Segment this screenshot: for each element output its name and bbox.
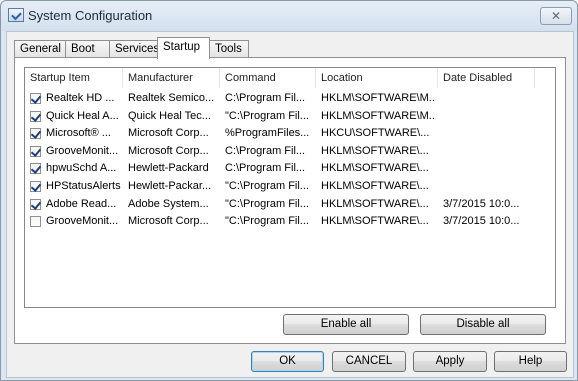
cell-startup-item: Adobe Read... [46,197,117,210]
table-row[interactable]: Adobe Read... Adobe System... "C:\Program … [25,196,555,213]
startup-items-list[interactable]: Startup Item Manufacturer Command Locati… [24,67,556,308]
window-title: System Configuration [28,8,153,23]
column-header-command[interactable]: Command [220,68,316,88]
system-configuration-window: System Configuration ✕ General Boot Serv… [0,0,578,381]
cell-location: HKLM\SOFTWARE\... [321,180,429,192]
cell-manufacturer: Microsoft Corp... [128,144,209,157]
table-row[interactable]: Realtek HD ... Realtek Semico... C:\Progra… [25,90,555,107]
cell-startup-item: Microsoft® ... [46,127,111,140]
startup-item-checkbox[interactable] [30,181,41,192]
cell-startup-item: HPStatusAlerts [46,180,121,192]
cell-command: C:\Program Fil... [225,162,306,175]
table-row[interactable]: Quick Heal A... Quick Heal Tec... "C:\Prog… [25,108,555,125]
startup-item-checkbox[interactable] [30,163,41,175]
cell-date-disabled: 3/7/2015 10:0... [443,215,520,228]
list-header: Startup Item Manufacturer Command Locati… [25,68,555,88]
cell-date-disabled [443,108,533,125]
cell-command: "C:\Program Fil... [225,215,309,228]
startup-item-checkbox[interactable] [30,145,41,157]
cell-date-disabled [443,125,533,142]
disable-all-button[interactable]: Disable all [420,314,546,335]
cell-location: HKLM\SOFTWARE\M... [321,92,436,104]
cell-location: HKCU\SOFTWARE\... [321,127,430,140]
column-header-date-disabled[interactable]: Date Disabled [438,68,535,88]
cell-date-disabled [443,178,533,195]
column-header-manufacturer[interactable]: Manufacturer [123,68,220,88]
tab-services[interactable]: Services [109,40,161,58]
tab-boot[interactable]: Boot [65,40,110,58]
column-header-filler [535,68,555,88]
table-row[interactable]: HPStatusAlerts Hewlett-Packar... "C:\Progr… [25,178,555,195]
cell-manufacturer: Microsoft Corp... [128,215,209,228]
cell-location: HKLM\SOFTWARE\... [321,197,429,210]
startup-item-checkbox[interactable] [30,216,41,228]
column-header-startup-item[interactable]: Startup Item [25,68,123,88]
cell-location: HKLM\SOFTWARE\... [321,162,429,175]
apply-button[interactable]: Apply [413,351,487,372]
cell-date-disabled [443,160,533,177]
startup-item-checkbox[interactable] [30,93,41,104]
cell-command: %ProgramFiles... [225,127,310,140]
cell-startup-item: hpwuSchd A... [46,162,117,175]
cell-manufacturer: Realtek Semico... [128,92,215,104]
cell-date-disabled [443,143,533,160]
table-row[interactable]: GrooveMonit... Microsoft Corp... "C:\Progr… [25,213,555,230]
cell-location: HKLM\SOFTWARE\... [321,144,429,157]
cell-startup-item: Realtek HD ... [46,92,115,104]
cell-command: "C:\Program Fil... [225,109,309,122]
cell-manufacturer: Quick Heal Tec... [128,109,211,122]
table-row[interactable]: Microsoft® ... Microsoft Corp... %ProgramF… [25,125,555,142]
help-button[interactable]: Help [494,351,567,372]
cell-date-disabled [443,90,533,107]
startup-item-checkbox[interactable] [30,110,41,122]
cell-manufacturer: Hewlett-Packar... [128,180,212,192]
ok-button[interactable]: OK [251,351,324,372]
cell-date-disabled: 3/7/2015 10:0... [443,197,520,210]
tab-startup[interactable]: Startup [157,37,210,59]
cell-command: "C:\Program Fil... [225,180,309,192]
table-row[interactable]: GrooveMonit... Microsoft Corp... C:\Progra… [25,143,555,160]
cell-location: HKLM\SOFTWARE\M... [321,109,436,122]
cell-startup-item: GrooveMonit... [46,144,119,157]
cell-command: "C:\Program Fil... [225,197,309,210]
tab-tools[interactable]: Tools [209,40,249,58]
startup-item-checkbox[interactable] [30,198,41,210]
startup-item-checkbox[interactable] [30,128,41,140]
column-header-location[interactable]: Location [316,68,438,88]
cell-location: HKLM\SOFTWARE\... [321,215,429,228]
startup-tab-panel: Startup Item Manufacturer Command Locati… [14,57,566,344]
tab-general[interactable]: General [14,40,66,58]
cell-command: C:\Program Fil... [225,144,306,157]
cell-command: C:\Program Fil... [225,92,306,104]
close-button[interactable]: ✕ [540,7,572,25]
title-bar[interactable]: System Configuration ✕ [1,1,577,31]
cell-startup-item: Quick Heal A... [46,109,119,122]
cancel-button[interactable]: CANCEL [332,351,406,372]
close-icon: ✕ [550,9,562,23]
dialog-client-area: General Boot Services Startup Tools Star… [6,31,574,378]
cell-manufacturer: Hewlett-Packard [128,162,209,175]
cell-manufacturer: Microsoft Corp... [128,127,209,140]
cell-manufacturer: Adobe System... [128,197,209,210]
cell-startup-item: GrooveMonit... [46,215,119,228]
table-row[interactable]: hpwuSchd A... Hewlett-Packard C:\Program F… [25,160,555,177]
enable-all-button[interactable]: Enable all [283,314,409,335]
msconfig-app-icon [8,8,24,22]
